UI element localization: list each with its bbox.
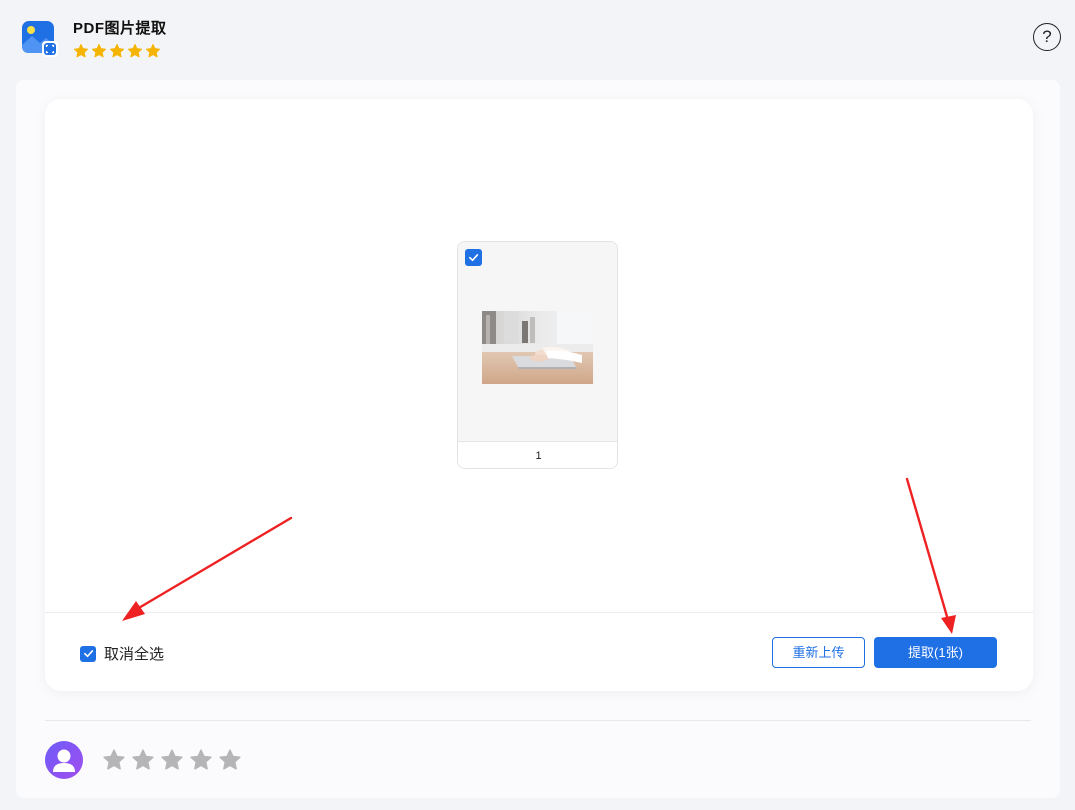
star-icon[interactable] bbox=[160, 748, 184, 772]
star-icon bbox=[127, 43, 143, 58]
feedback-divider bbox=[45, 720, 1031, 721]
page-number: 1 bbox=[458, 441, 617, 468]
check-icon bbox=[83, 650, 93, 658]
page-thumbnail[interactable]: 1 bbox=[457, 241, 618, 469]
footer-divider bbox=[45, 612, 1033, 613]
question-icon: ? bbox=[1042, 27, 1052, 46]
select-all-toggle[interactable]: 取消全选 bbox=[80, 643, 164, 664]
image-extract-icon bbox=[22, 21, 58, 57]
star-icon[interactable] bbox=[102, 748, 126, 772]
laptop-typing-photo bbox=[482, 311, 593, 384]
extract-button[interactable]: 提取(1张) bbox=[874, 637, 997, 668]
user-avatar-icon bbox=[45, 741, 83, 779]
app-title: PDF图片提取 bbox=[73, 20, 167, 37]
app-header: PDF图片提取 ? bbox=[0, 0, 1075, 80]
star-icon[interactable] bbox=[131, 748, 155, 772]
select-all-checkbox[interactable] bbox=[80, 645, 96, 662]
star-icon bbox=[91, 43, 107, 58]
thumbnail-checkbox[interactable] bbox=[465, 249, 482, 266]
star-icon[interactable] bbox=[189, 748, 213, 772]
reupload-button[interactable]: 重新上传 bbox=[772, 637, 865, 668]
app-rating bbox=[73, 43, 161, 59]
feedback-rating bbox=[102, 748, 242, 772]
star-icon[interactable] bbox=[218, 748, 242, 772]
star-icon bbox=[73, 43, 89, 58]
check-icon bbox=[469, 254, 479, 262]
star-icon bbox=[109, 43, 125, 58]
help-button[interactable]: ? bbox=[1033, 23, 1061, 51]
star-icon bbox=[145, 43, 161, 58]
thumbnail-preview bbox=[458, 242, 617, 441]
select-all-label: 取消全选 bbox=[104, 646, 165, 663]
